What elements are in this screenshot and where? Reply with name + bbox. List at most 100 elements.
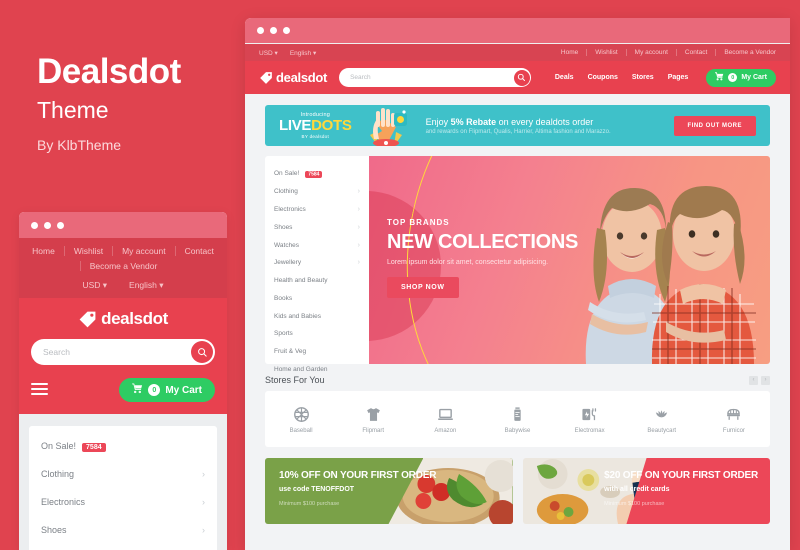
livedots-banner[interactable]: Introducing LIVEDOTS BY dealsdot Enjoy 5… xyxy=(265,105,770,146)
topbar-link-home[interactable]: Home xyxy=(553,49,588,56)
category-jewellery[interactable]: Jewellery › xyxy=(274,254,360,272)
topbar-link-become-a-vendor[interactable]: Become a Vendor xyxy=(716,49,776,56)
category-fruit-and-veg[interactable]: Fruit & Veg xyxy=(274,343,360,361)
livedots-headline: Enjoy 5% Rebate on every dealdots order xyxy=(425,116,594,127)
mobile-titlebar xyxy=(19,212,227,238)
chevron-right-icon[interactable]: › xyxy=(761,375,770,385)
shop-now-button[interactable]: SHOP NOW xyxy=(387,277,459,298)
category-electronics[interactable]: Electronics › xyxy=(274,201,360,219)
cart-button[interactable]: 0 My Cart xyxy=(706,68,776,87)
mobile-category-watches[interactable]: Watches› xyxy=(41,544,205,550)
mobile-nav-home[interactable]: Home xyxy=(23,246,65,256)
mobile-header: dealsdot Search 0 My Cart xyxy=(19,298,227,414)
mobile-category-shoes[interactable]: Shoes › xyxy=(41,516,205,544)
mobile-category-electronics[interactable]: Electronics › xyxy=(41,488,205,516)
category-books[interactable]: Books xyxy=(274,289,360,307)
chevron-right-icon: › xyxy=(357,223,360,231)
mobile-cart-button[interactable]: 0 My Cart xyxy=(119,378,215,402)
category-on-sale[interactable]: On Sale! 7584 xyxy=(274,165,360,183)
lotus-icon xyxy=(626,404,698,424)
hamburger-menu-icon[interactable] xyxy=(31,382,48,398)
basketball-icon xyxy=(265,404,337,424)
search-input[interactable]: Search xyxy=(339,68,532,87)
hero-subtext: Lorem ipsum dolor sit amet, consectetur … xyxy=(387,259,549,266)
mobile-mockup: Home Wishlist My account Contact Become … xyxy=(19,212,227,550)
store-item-flipmart[interactable]: Flipmart xyxy=(337,404,409,434)
store-name: Babywise xyxy=(504,428,531,434)
mobile-nav-wishlist[interactable]: Wishlist xyxy=(65,246,114,256)
chevron-right-icon: › xyxy=(357,259,360,267)
category-label: Sports xyxy=(274,330,293,338)
topbar-link-contact[interactable]: Contact xyxy=(677,49,717,56)
category-kids-and-babies[interactable]: Kids and Babies xyxy=(274,307,360,325)
category-shoes[interactable]: Shoes › xyxy=(274,218,360,236)
topbar-link-my-account[interactable]: My account xyxy=(627,49,677,56)
livedots-brand: Introducing LIVEDOTS BY dealsdot xyxy=(279,112,352,139)
livedots-word-live: LIVE xyxy=(279,117,312,134)
on-sale-badge: 7584 xyxy=(305,170,323,178)
mobile-search-input[interactable]: Search xyxy=(31,339,215,365)
store-name: Electromax xyxy=(574,428,605,434)
window-dot-red xyxy=(31,221,38,229)
store-name: Baseball xyxy=(289,428,313,434)
category-sidebar: On Sale! 7584 Clothing › Electronics › Shoe… xyxy=(265,156,369,373)
category-clothing[interactable]: Clothing › xyxy=(274,183,360,201)
store-item-babywise[interactable]: Babywise xyxy=(481,404,553,434)
promo-copy: $20 OFF ON YOUR FIRST ORDER with all cre… xyxy=(604,470,758,507)
promo-subtext: with all credit cards xyxy=(604,485,670,493)
category-label: Fruit & Veg xyxy=(274,348,307,356)
category-label: Shoes xyxy=(274,223,293,231)
category-label: On Sale! xyxy=(274,170,300,178)
browser-window: USD ▾ English ▾ Home Wishlist My account… xyxy=(245,18,790,550)
search-icon[interactable] xyxy=(191,341,213,363)
mobile-body: On Sale! 7584 Clothing › Electronics › Shoe… xyxy=(19,414,227,550)
category-health-and-beauty[interactable]: Health and Beauty xyxy=(274,272,360,290)
mobile-category-label: Shoes xyxy=(41,525,67,535)
cart-icon xyxy=(715,72,724,83)
store-item-electromax[interactable]: Electromax xyxy=(554,404,626,434)
site-header: dealsdot Search Deals Coupons Stores Pag… xyxy=(245,61,790,94)
search-icon[interactable] xyxy=(513,69,530,86)
mobile-cart-count: 0 xyxy=(148,384,161,396)
nav-stores[interactable]: Stores xyxy=(632,74,654,81)
screenshot-root: Dealsdot Theme By KlbTheme Home Wishlist… xyxy=(0,0,800,550)
hero-banner[interactable]: TOP BRANDS NEW COLLECTIONS Lorem ipsum d… xyxy=(369,156,770,364)
site-logo[interactable]: dealsdot xyxy=(259,70,327,85)
nav-pages[interactable]: Pages xyxy=(668,74,689,81)
language-selector[interactable]: English ▾ xyxy=(290,49,316,57)
store-item-baseball[interactable]: Baseball xyxy=(265,404,337,434)
chevron-left-icon[interactable]: ‹ xyxy=(749,375,758,385)
mobile-category-label: Clothing xyxy=(41,469,75,479)
stores-carousel-controls: ‹ › xyxy=(749,375,770,385)
nav-deals[interactable]: Deals xyxy=(555,74,574,81)
mobile-category-label: On Sale! xyxy=(41,441,77,451)
mobile-nav-myaccount[interactable]: My account xyxy=(113,246,176,256)
mobile-nav-contact[interactable]: Contact xyxy=(176,246,223,256)
hero-copy: TOP BRANDS NEW COLLECTIONS Lorem ipsum d… xyxy=(387,218,578,298)
mobile-currency-selector[interactable]: USD ▾ xyxy=(82,280,107,291)
store-item-furnicor[interactable]: Furnicor xyxy=(698,404,770,434)
topbar-link-wishlist[interactable]: Wishlist xyxy=(587,49,627,56)
mobile-category-on-sale[interactable]: On Sale! 7584 xyxy=(41,432,205,460)
category-watches[interactable]: Watches › xyxy=(274,236,360,254)
mobile-language-selector[interactable]: English ▾ xyxy=(129,280,164,291)
category-label: Jewellery xyxy=(274,259,302,267)
window-dot-red[interactable] xyxy=(257,27,264,34)
store-item-amazon[interactable]: Amazon xyxy=(409,404,481,434)
mobile-category-clothing[interactable]: Clothing › xyxy=(41,460,205,488)
store-item-beautycart[interactable]: Beautycart xyxy=(626,404,698,434)
window-dot-yellow[interactable] xyxy=(270,27,277,34)
mobile-category-list: On Sale! 7584 Clothing › Electronics › Shoe… xyxy=(29,426,217,550)
stores-list: Baseball Flipmart Amazon Babywise Electr… xyxy=(265,391,770,447)
livedots-word-dots: DOTS xyxy=(311,117,352,134)
currency-selector[interactable]: USD ▾ xyxy=(259,49,278,57)
promo-banner-20-dollars[interactable]: citi VISA $20 OFF ON YOUR FIRST ORDER wi… xyxy=(522,458,770,524)
mobile-logo[interactable]: dealsdot xyxy=(31,309,215,329)
nav-coupons[interactable]: Coupons xyxy=(588,74,618,81)
find-out-more-button[interactable]: FIND OUT MORE xyxy=(673,115,756,136)
category-sports[interactable]: Sports xyxy=(274,325,360,343)
window-dot-green[interactable] xyxy=(283,27,290,34)
promo-banner-10-percent[interactable]: 10% OFF ON YOUR FIRST ORDER use code TEN… xyxy=(265,458,513,524)
promo-copy: 10% OFF ON YOUR FIRST ORDER use code TEN… xyxy=(279,470,436,507)
mobile-nav-become-vendor[interactable]: Become a Vendor xyxy=(79,261,167,271)
